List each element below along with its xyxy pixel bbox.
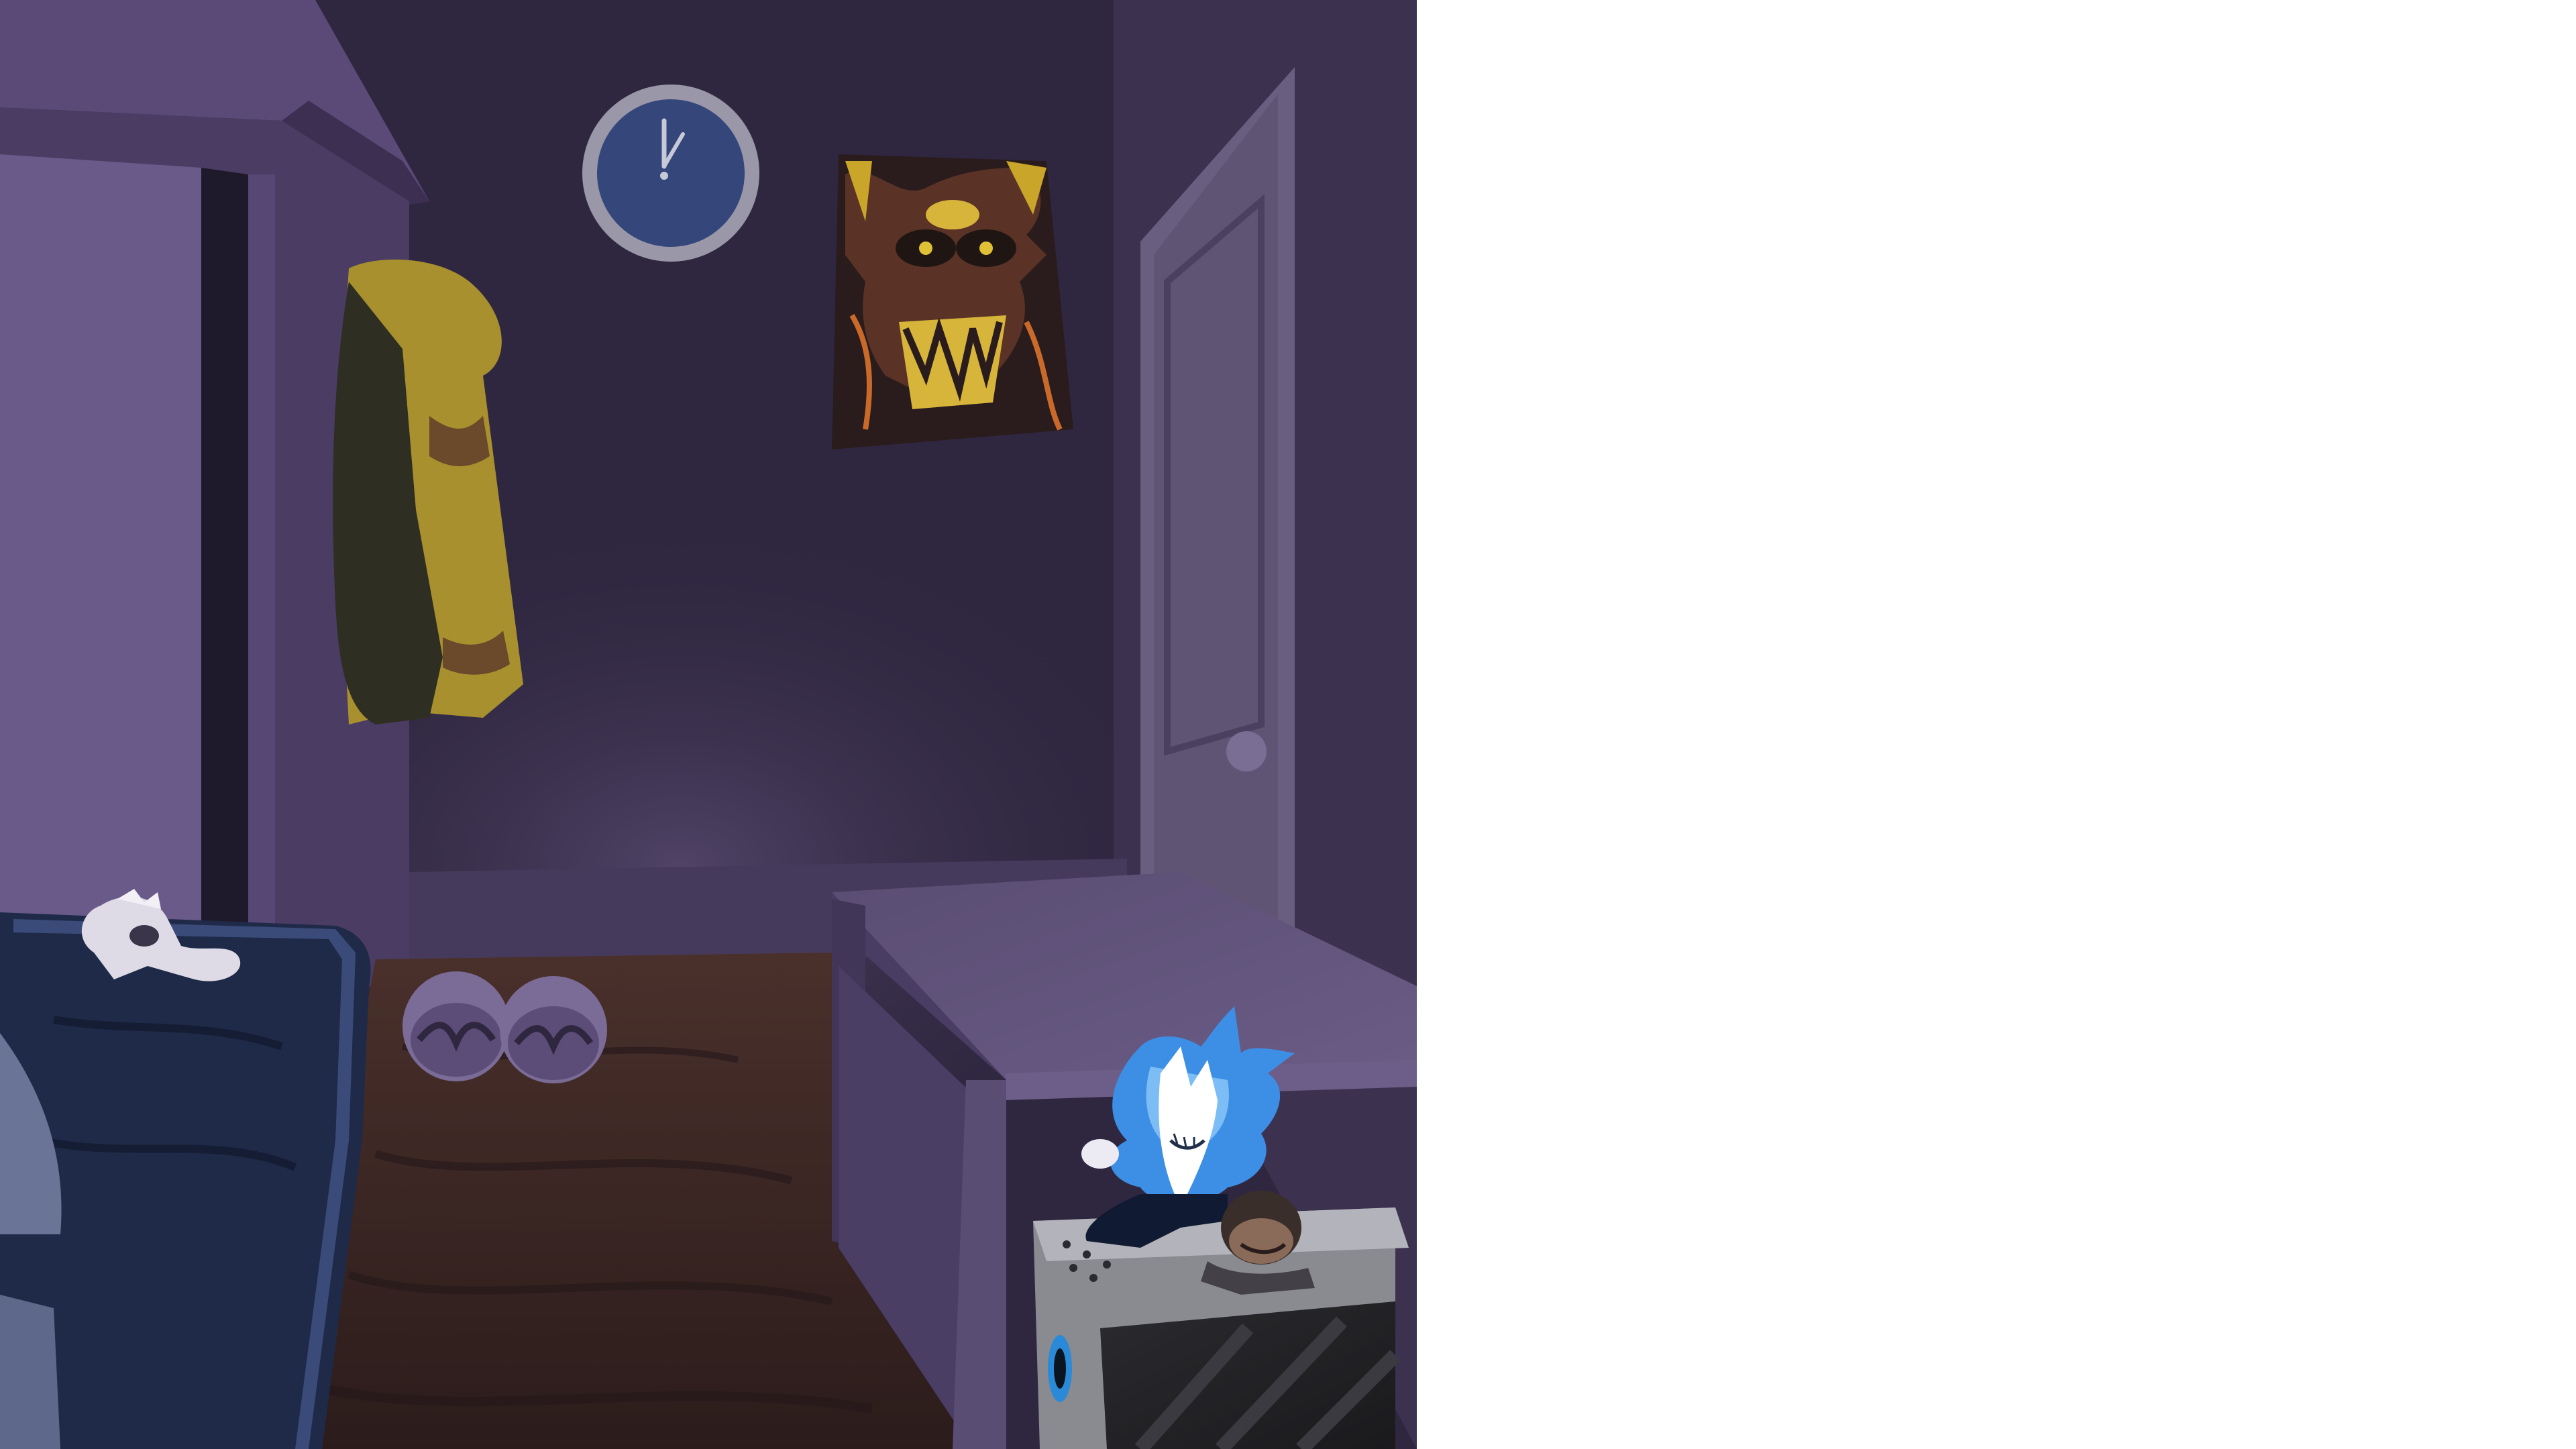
closet-curtain	[0, 154, 201, 926]
bed[interactable]	[0, 912, 371, 1449]
closet-curtain-shadow	[201, 168, 248, 939]
skull-poster-icon	[832, 154, 1073, 449]
game-scene-viewport	[0, 0, 1417, 1449]
empty-canvas-area	[1417, 0, 2576, 1449]
wall-clock-icon	[582, 85, 759, 262]
tv-console[interactable]	[1033, 1208, 1409, 1449]
bedroom-scene	[0, 0, 1417, 1449]
jacket-icon[interactable]	[333, 259, 523, 724]
closet-frame	[248, 174, 275, 946]
door-knob[interactable]	[1226, 731, 1267, 771]
